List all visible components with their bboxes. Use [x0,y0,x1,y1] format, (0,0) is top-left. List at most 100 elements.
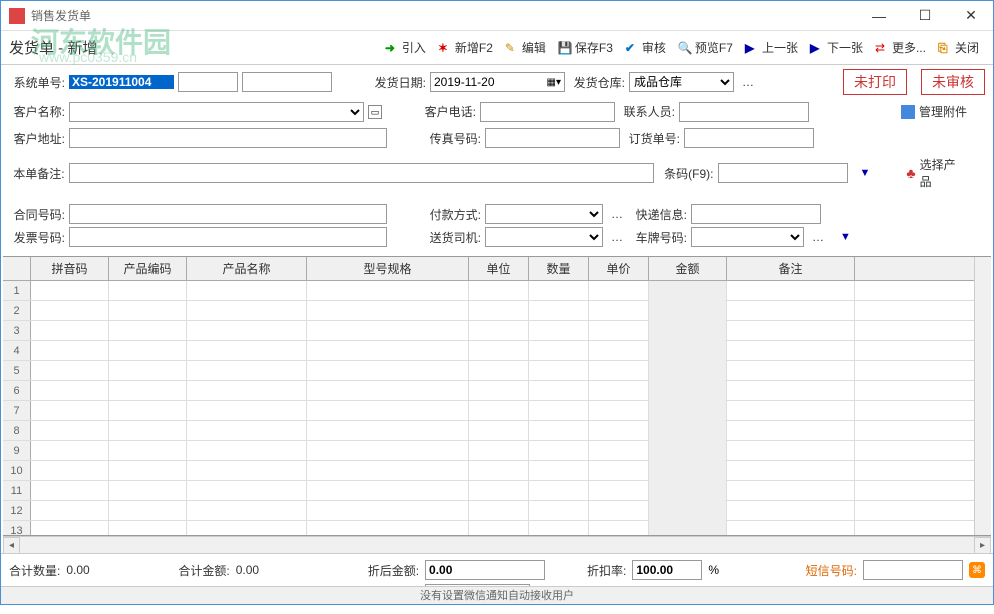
cell[interactable] [529,361,589,381]
orderno-input[interactable] [684,128,814,148]
cell[interactable] [469,361,529,381]
cell[interactable] [109,401,187,421]
cell[interactable] [31,481,109,501]
cell[interactable] [109,421,187,441]
cell[interactable] [649,381,727,401]
cell[interactable] [589,501,649,521]
cell[interactable] [589,321,649,341]
remark-input[interactable] [69,163,654,183]
col-spec[interactable]: 型号规格 [307,257,469,280]
cell[interactable] [589,381,649,401]
cell[interactable] [529,281,589,301]
cell[interactable] [31,381,109,401]
edit-button[interactable]: ✎编辑 [499,36,552,59]
cell[interactable] [649,361,727,381]
cell[interactable] [187,341,307,361]
cell[interactable] [187,461,307,481]
paymethod-select[interactable] [485,204,603,224]
fax-input[interactable] [485,128,620,148]
cell[interactable] [187,361,307,381]
table-row[interactable]: 1 [3,281,974,301]
cell[interactable] [109,321,187,341]
cell[interactable] [307,361,469,381]
table-row[interactable]: 6 [3,381,974,401]
col-name[interactable]: 产品名称 [187,257,307,280]
cell[interactable] [649,521,727,535]
barcode-dropdown[interactable]: ▼ [852,167,879,179]
select-product-button[interactable]: ♣ 选择产品 [906,156,967,190]
cell[interactable] [649,321,727,341]
cell[interactable] [529,341,589,361]
cell[interactable] [469,401,529,421]
courier-input[interactable] [691,204,821,224]
cell[interactable] [187,381,307,401]
cell[interactable] [589,521,649,535]
col-qty[interactable]: 数量 [529,257,589,280]
cell[interactable] [727,321,855,341]
table-row[interactable]: 2 [3,301,974,321]
cell[interactable] [187,421,307,441]
cell[interactable] [109,481,187,501]
warehouse-lookup[interactable]: … [738,75,758,89]
cell[interactable] [187,521,307,535]
scroll-left-icon[interactable]: ◂ [3,537,20,554]
cell[interactable] [589,441,649,461]
attachments-button[interactable]: 管理附件 [901,103,967,120]
import-button[interactable]: ➜引入 [379,36,432,59]
cell[interactable] [649,481,727,501]
cell[interactable] [469,341,529,361]
after-discount-input[interactable] [425,560,545,580]
cell[interactable] [109,301,187,321]
cell[interactable] [31,341,109,361]
cell[interactable] [307,481,469,501]
cell[interactable] [307,461,469,481]
cell[interactable] [109,381,187,401]
cell[interactable] [307,381,469,401]
save-button[interactable]: 💾保存F3 [552,36,619,59]
cell[interactable] [109,341,187,361]
cell[interactable] [529,461,589,481]
cell[interactable] [529,441,589,461]
cell[interactable] [31,501,109,521]
cell[interactable] [469,381,529,401]
cell[interactable] [469,301,529,321]
table-row[interactable]: 12 [3,501,974,521]
invoice-input[interactable] [69,227,387,247]
col-unit[interactable]: 单位 [469,257,529,280]
cell[interactable] [307,341,469,361]
cell[interactable] [529,401,589,421]
table-row[interactable]: 4 [3,341,974,361]
cell[interactable] [727,521,855,535]
cell[interactable] [187,501,307,521]
maximize-button[interactable]: ☐ [911,6,939,26]
cell[interactable] [727,441,855,461]
cell[interactable] [307,321,469,341]
cell[interactable] [109,501,187,521]
driver-lookup[interactable]: … [607,230,627,244]
contract-input[interactable] [69,204,387,224]
table-row[interactable]: 8 [3,421,974,441]
cell[interactable] [529,501,589,521]
contact-input[interactable] [679,102,809,122]
cell[interactable] [727,281,855,301]
cell[interactable] [469,461,529,481]
cell[interactable] [649,421,727,441]
cell[interactable] [649,341,727,361]
cell[interactable] [109,441,187,461]
cell[interactable] [307,521,469,535]
cell[interactable] [589,481,649,501]
table-row[interactable]: 9 [3,441,974,461]
table-row[interactable]: 7 [3,401,974,421]
cell[interactable] [469,521,529,535]
cell[interactable] [589,421,649,441]
cell[interactable] [649,301,727,321]
cell[interactable] [187,401,307,421]
close-button[interactable]: ⎘关闭 [932,36,985,59]
cell[interactable] [307,421,469,441]
cell[interactable] [469,441,529,461]
col-amount[interactable]: 金额 [649,257,727,280]
col-price[interactable]: 单价 [589,257,649,280]
cell[interactable] [529,521,589,535]
cell[interactable] [529,421,589,441]
col-remark[interactable]: 备注 [727,257,855,280]
